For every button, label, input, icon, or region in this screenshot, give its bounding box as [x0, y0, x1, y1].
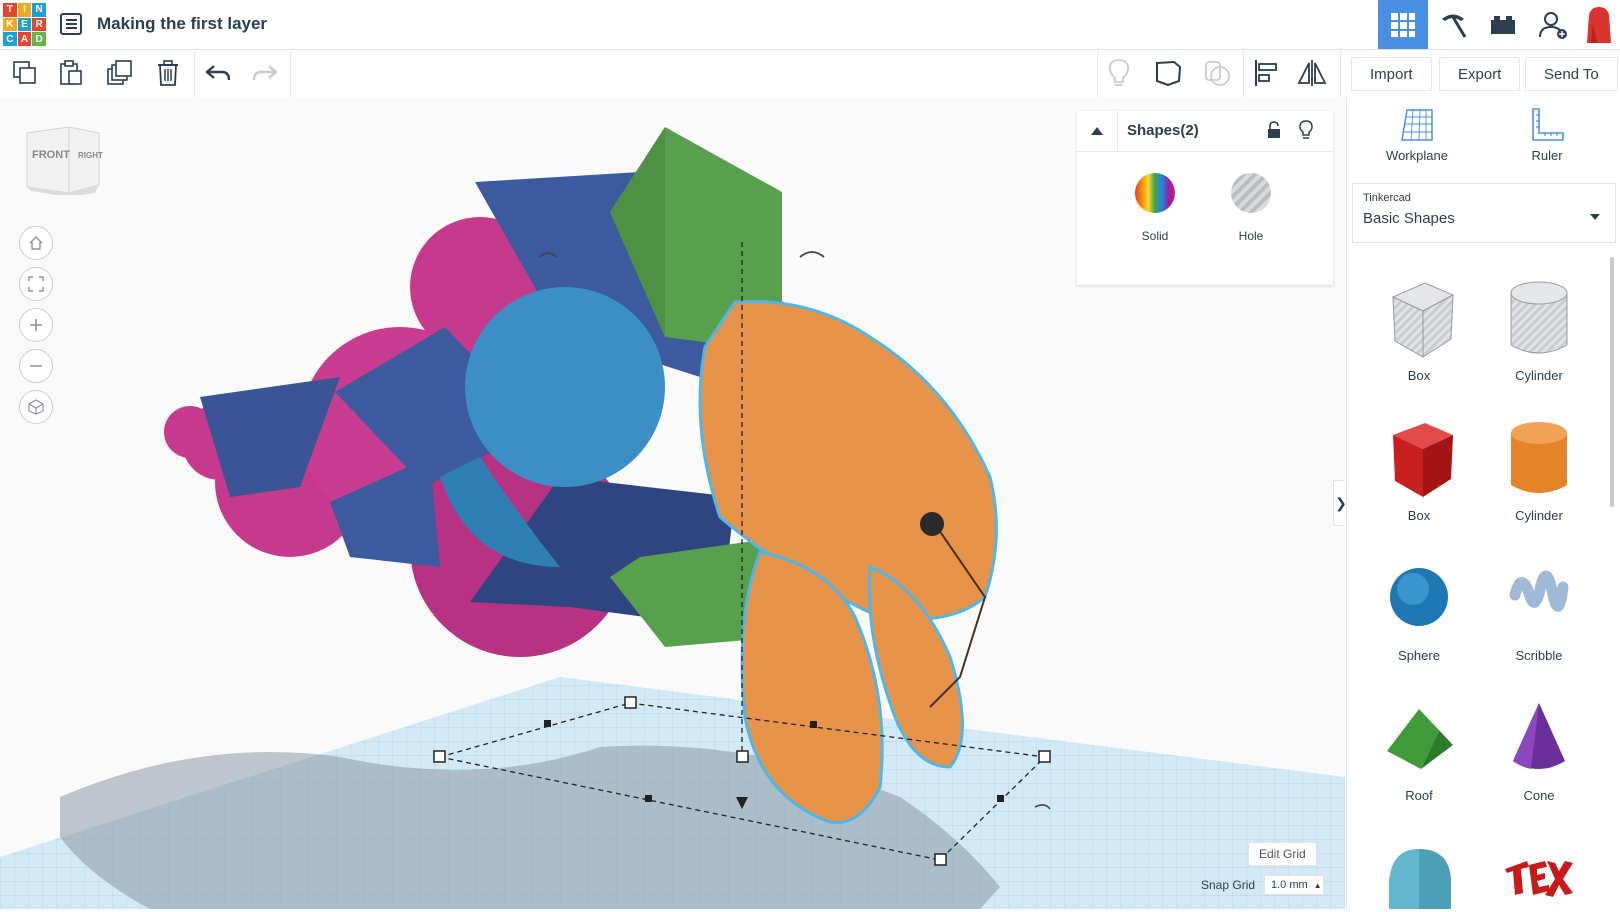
- shape-label: Sphere: [1398, 648, 1440, 663]
- visibility-bulb-icon[interactable]: [1299, 120, 1313, 145]
- ruler-icon: [1532, 108, 1564, 141]
- zoom-in-icon[interactable]: [19, 308, 53, 342]
- shape-box-striped[interactable]: Box: [1359, 275, 1479, 383]
- logo-letter: D: [32, 32, 46, 46]
- hole-label[interactable]: Hole: [1221, 229, 1281, 243]
- logo-letter: I: [17, 3, 32, 17]
- snap-grid-select[interactable]: 1.0 mm ▲: [1264, 875, 1324, 895]
- lock-icon[interactable]: [1267, 121, 1281, 144]
- add-user-icon[interactable]: [1528, 0, 1578, 49]
- rotate-handle-icon[interactable]: [799, 251, 825, 258]
- view-cube-front[interactable]: FRONT: [32, 149, 70, 161]
- mirror-icon[interactable]: [1297, 58, 1327, 88]
- shape-text[interactable]: [1479, 835, 1599, 912]
- copy-icon[interactable]: [10, 58, 40, 88]
- scrollbar[interactable]: [1610, 257, 1614, 507]
- library-caption: Tinkercad: [1363, 192, 1411, 204]
- shape-label: Box: [1407, 368, 1431, 383]
- avatar[interactable]: [1578, 0, 1620, 49]
- solid-color-swatch[interactable]: [1135, 173, 1175, 213]
- paste-icon[interactable]: [56, 58, 86, 88]
- design-title[interactable]: Making the first layer: [97, 14, 267, 34]
- snap-grid-label: Snap Grid: [1201, 878, 1256, 892]
- design-menu-icon[interactable]: [60, 13, 82, 35]
- logo-letter: R: [32, 17, 46, 32]
- caret-up-icon: ▲: [1313, 880, 1322, 890]
- import-button[interactable]: Import: [1351, 57, 1432, 91]
- cone-icon: [1513, 703, 1565, 769]
- logo-letter: A: [17, 32, 32, 46]
- sphere-icon: [1390, 568, 1448, 626]
- logo-letter: C: [3, 32, 17, 46]
- view-cube[interactable]: FRONT RIGHT: [25, 125, 103, 197]
- fit-view-icon[interactable]: [19, 267, 53, 301]
- box-icon: [1391, 282, 1455, 358]
- logo-letter: E: [17, 17, 32, 32]
- top-bar: T I N K E R C A D Making the first layer: [0, 0, 1620, 50]
- ruler-label: Ruler: [1531, 148, 1563, 163]
- shape-half-cylinder[interactable]: [1359, 835, 1479, 912]
- workplane-icon: [1401, 109, 1433, 141]
- export-button[interactable]: Export: [1439, 57, 1521, 91]
- shape-roof[interactable]: Roof: [1359, 695, 1479, 803]
- box-icon: [1393, 423, 1453, 497]
- panel-toggle-chevron-icon[interactable]: ❯: [1333, 480, 1345, 526]
- shape-box-red[interactable]: Box: [1359, 415, 1479, 523]
- logo-letter: T: [3, 3, 17, 17]
- shape-label: Box: [1407, 508, 1431, 523]
- shape-label: Cylinder: [1515, 508, 1563, 523]
- half-cylinder-icon: [1389, 849, 1451, 909]
- logo-letter: K: [3, 17, 17, 32]
- workplane-tool[interactable]: Workplane: [1377, 107, 1457, 163]
- edit-toolbar: Import Export Send To: [0, 50, 1620, 98]
- collapse-inspector-icon[interactable]: [1077, 111, 1118, 151]
- library-selected: Basic Shapes: [1363, 210, 1455, 227]
- undo-icon[interactable]: [203, 58, 233, 88]
- workplane-label: Workplane: [1386, 148, 1448, 163]
- edit-grid-button[interactable]: Edit Grid: [1248, 842, 1317, 866]
- logo-letter: N: [32, 3, 46, 17]
- shapes-library-panel: Workplane Ruler Tinkercad Basic Shapes B…: [1346, 97, 1620, 909]
- zoom-out-icon[interactable]: [19, 349, 53, 383]
- redo-icon: [250, 58, 280, 88]
- tinkercad-logo[interactable]: T I N K E R C A D: [3, 3, 46, 46]
- chevron-down-icon: [1589, 208, 1601, 226]
- hole-swatch[interactable]: [1231, 173, 1271, 213]
- shape-scribble[interactable]: Scribble: [1479, 555, 1599, 663]
- perspective-icon[interactable]: [19, 390, 53, 424]
- delete-icon[interactable]: [153, 58, 183, 88]
- shape-label: Roof: [1405, 788, 1433, 803]
- cylinder-icon: [1511, 422, 1567, 493]
- view-cube-right[interactable]: RIGHT: [78, 151, 103, 160]
- ungroup-icon: [1202, 58, 1232, 88]
- blue-sphere[interactable]: [465, 287, 665, 487]
- duplicate-icon[interactable]: [105, 58, 135, 88]
- shape-label: Scribble: [1515, 648, 1563, 663]
- shape-label: Cylinder: [1515, 368, 1563, 383]
- cylinder-icon: [1510, 281, 1568, 354]
- inspector-title: Shapes(2): [1127, 122, 1199, 139]
- roof-icon: [1387, 709, 1453, 769]
- home-view-icon[interactable]: [19, 226, 53, 260]
- shape-cylinder-striped[interactable]: Cylinder: [1479, 275, 1599, 383]
- shape-label: Cone: [1523, 788, 1555, 803]
- pickaxe-icon[interactable]: [1428, 0, 1478, 49]
- shape-inspector: Shapes(2) Solid Hole: [1077, 111, 1333, 285]
- lightbulb-icon: [1104, 58, 1134, 88]
- shape-cone[interactable]: Cone: [1479, 695, 1599, 803]
- group-shape-icon[interactable]: [1153, 58, 1183, 88]
- scribble-icon: [1509, 570, 1569, 612]
- bricks-icon[interactable]: [1478, 0, 1528, 49]
- ruler-tool[interactable]: Ruler: [1507, 107, 1587, 163]
- shape-sphere[interactable]: Sphere: [1359, 555, 1479, 663]
- solid-label[interactable]: Solid: [1125, 229, 1185, 243]
- 3d-view-grid-icon[interactable]: [1378, 0, 1428, 49]
- library-dropdown[interactable]: Tinkercad Basic Shapes: [1352, 183, 1616, 243]
- shrimp-eye: [920, 512, 944, 536]
- text-shape-icon: [1505, 861, 1573, 897]
- align-icon[interactable]: [1251, 58, 1281, 88]
- shape-cylinder-orange[interactable]: Cylinder: [1479, 415, 1599, 523]
- snap-grid-value: 1.0 mm: [1271, 879, 1308, 891]
- send-to-button[interactable]: Send To: [1525, 57, 1618, 91]
